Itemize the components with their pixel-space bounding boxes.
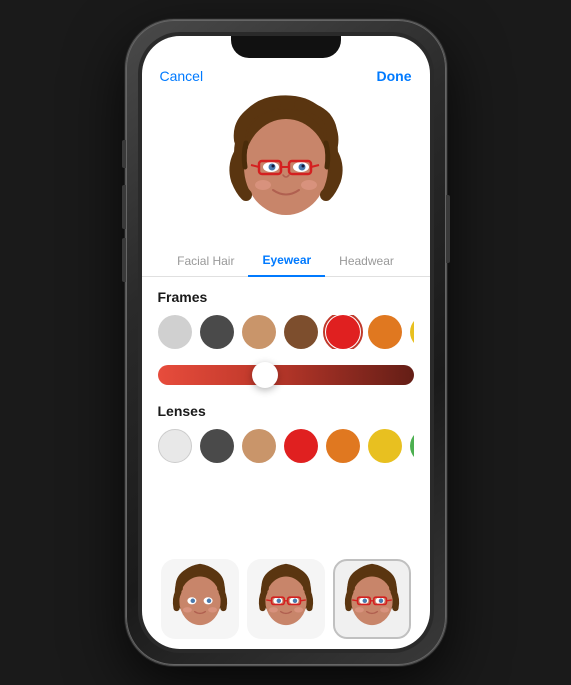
power-button [446,195,450,263]
color-tan[interactable] [242,315,276,349]
top-bar: Cancel Done [142,58,430,90]
screen: Cancel Done [142,36,430,649]
volume-down-button [122,238,126,282]
preview-memoji-1 [164,563,236,635]
preview-thumb-2[interactable] [247,559,325,639]
frames-slider-thumb[interactable] [252,362,278,388]
lenses-color-row [158,429,414,463]
lenses-label: Lenses [158,403,414,419]
color-dark-gray[interactable] [200,315,234,349]
color-brown[interactable] [284,315,318,349]
screen-content: Cancel Done [142,36,430,649]
preview-memoji-3 [336,563,408,635]
preview-thumb-1[interactable] [161,559,239,639]
lens-color-red[interactable] [284,429,318,463]
lens-color-tan[interactable] [242,429,276,463]
options-area: Frames [142,277,430,545]
memoji-preview-area [142,90,430,245]
mute-button [122,140,126,168]
frames-slider-container [158,361,414,389]
frames-section: Frames [158,289,414,389]
preview-thumb-3[interactable] [333,559,411,639]
volume-up-button [122,185,126,229]
tab-eyewear[interactable]: Eyewear [248,245,325,277]
phone-frame: Cancel Done [126,20,446,665]
tab-bar: Facial Hair Eyewear Headwear [142,245,430,277]
phone-inner: Cancel Done [138,32,434,653]
color-light-gray[interactable] [158,315,192,349]
memoji-character [221,95,351,235]
lens-color-orange[interactable] [326,429,360,463]
color-orange[interactable] [368,315,402,349]
frames-color-row [158,315,414,349]
done-button[interactable]: Done [377,68,412,84]
tab-facial-hair[interactable]: Facial Hair [163,246,248,276]
lens-color-white[interactable] [158,429,192,463]
preview-row [142,549,430,649]
preview-memoji-2 [250,563,322,635]
lenses-section: Lenses [158,403,414,463]
memoji-svg [221,95,351,240]
lens-color-yellow[interactable] [368,429,402,463]
color-yellow[interactable] [410,315,414,349]
color-red[interactable] [326,315,360,349]
lens-color-green[interactable] [410,429,414,463]
notch [231,36,341,58]
tab-headwear[interactable]: Headwear [325,246,408,276]
cancel-button[interactable]: Cancel [160,68,204,84]
frames-slider-track[interactable] [158,365,414,385]
frames-label: Frames [158,289,414,305]
lens-color-dark-gray[interactable] [200,429,234,463]
